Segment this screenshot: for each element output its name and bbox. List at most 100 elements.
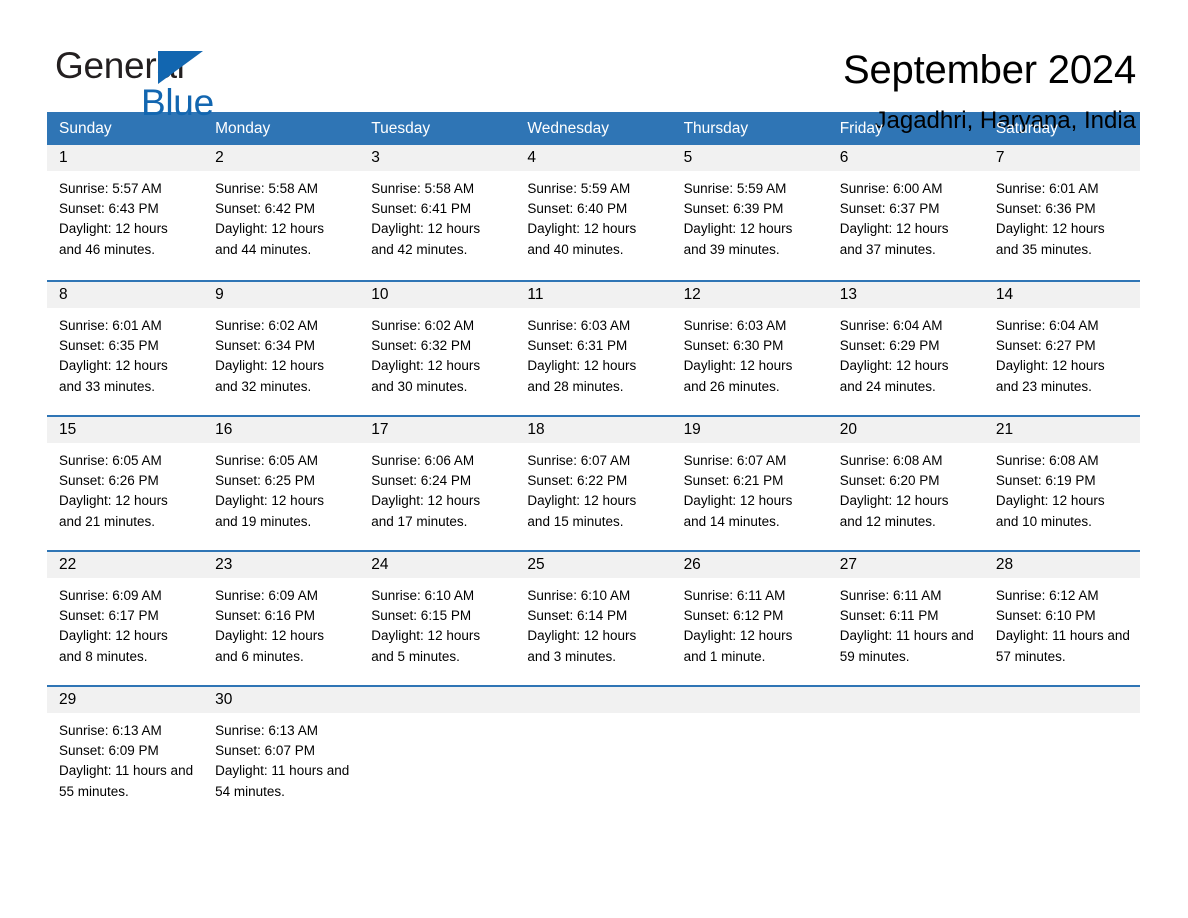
day-cell[interactable]: 13 Sunrise: 6:04 AM Sunset: 6:29 PM Dayl… [827,282,984,415]
daylight-text: Daylight: 12 hours and 19 minutes. [215,493,324,529]
day-cell[interactable]: 5 Sunrise: 5:59 AM Sunset: 6:39 PM Dayli… [671,145,828,280]
sunrise-text: Sunrise: 6:13 AM [215,723,318,738]
day-details: Sunrise: 6:13 AM Sunset: 6:07 PM Dayligh… [203,713,359,802]
day-cell[interactable]: 6 Sunrise: 6:00 AM Sunset: 6:37 PM Dayli… [827,145,984,280]
day-number [515,687,672,713]
day-cell[interactable]: 20 Sunrise: 6:08 AM Sunset: 6:20 PM Dayl… [827,417,984,550]
sunrise-text: Sunrise: 6:02 AM [371,318,475,333]
logo-text-blue: Blue [141,82,214,123]
daylight-text: Daylight: 12 hours and 39 minutes. [683,221,793,257]
sunrise-text: Sunrise: 6:06 AM [371,453,475,468]
daylight-text: Daylight: 12 hours and 15 minutes. [527,493,637,529]
day-number: 2 [203,145,360,171]
day-cell[interactable]: 1 Sunrise: 5:57 AM Sunset: 6:43 PM Dayli… [47,145,204,280]
day-details [672,713,828,721]
day-number: 3 [359,145,516,171]
sunset-text: Sunset: 6:16 PM [215,608,315,624]
sunrise-text: Sunrise: 6:01 AM [995,181,1099,196]
day-details: Sunrise: 5:58 AM Sunset: 6:41 PM Dayligh… [359,171,515,260]
day-cell[interactable]: 7 Sunrise: 6:01 AM Sunset: 6:36 PM Dayli… [983,145,1140,280]
day-cell[interactable]: 14 Sunrise: 6:04 AM Sunset: 6:27 PM Dayl… [983,282,1140,415]
day-details: Sunrise: 6:11 AM Sunset: 6:12 PM Dayligh… [672,578,828,667]
day-cell[interactable]: 11 Sunrise: 6:03 AM Sunset: 6:31 PM Dayl… [515,282,672,415]
day-number: 15 [47,417,204,443]
day-cell[interactable]: 19 Sunrise: 6:07 AM Sunset: 6:21 PM Dayl… [671,417,828,550]
day-number: 25 [515,552,672,578]
sunrise-text: Sunrise: 6:04 AM [839,318,943,333]
day-details: Sunrise: 6:12 AM Sunset: 6:10 PM Dayligh… [984,578,1140,667]
day-cell[interactable]: 16 Sunrise: 6:05 AM Sunset: 6:25 PM Dayl… [203,417,360,550]
sunrise-text: Sunrise: 6:08 AM [995,453,1099,468]
day-number: 8 [47,282,204,308]
day-details: Sunrise: 6:09 AM Sunset: 6:17 PM Dayligh… [47,578,203,667]
day-cell[interactable]: 9 Sunrise: 6:02 AM Sunset: 6:34 PM Dayli… [203,282,360,415]
day-cell[interactable]: 12 Sunrise: 6:03 AM Sunset: 6:30 PM Dayl… [671,282,828,415]
sunrise-text: Sunrise: 5:59 AM [527,181,631,196]
daylight-text: Daylight: 12 hours and 42 minutes. [371,221,481,257]
day-cell[interactable]: 4 Sunrise: 5:59 AM Sunset: 6:40 PM Dayli… [515,145,672,280]
day-cell[interactable]: 29 Sunrise: 6:13 AM Sunset: 6:09 PM Dayl… [47,687,204,816]
day-cell[interactable]: 26 Sunrise: 6:11 AM Sunset: 6:12 PM Dayl… [671,552,828,685]
day-cell[interactable]: 23 Sunrise: 6:09 AM Sunset: 6:16 PM Dayl… [203,552,360,685]
day-cell[interactable]: 25 Sunrise: 6:10 AM Sunset: 6:14 PM Dayl… [515,552,672,685]
day-number: 22 [47,552,204,578]
day-cell[interactable]: 28 Sunrise: 6:12 AM Sunset: 6:10 PM Dayl… [983,552,1140,685]
daylight-text: Daylight: 12 hours and 32 minutes. [215,358,324,394]
day-cell[interactable]: 18 Sunrise: 6:07 AM Sunset: 6:22 PM Dayl… [515,417,672,550]
day-cell[interactable]: 10 Sunrise: 6:02 AM Sunset: 6:32 PM Dayl… [359,282,516,415]
sunrise-text: Sunrise: 6:05 AM [59,453,162,468]
sunset-text: Sunset: 6:40 PM [527,201,628,217]
daylight-text: Daylight: 12 hours and 14 minutes. [683,493,793,529]
day-details: Sunrise: 6:08 AM Sunset: 6:20 PM Dayligh… [828,443,984,532]
calendar-table: Sunday Monday Tuesday Wednesday Thursday… [47,112,1140,816]
daylight-text: Daylight: 12 hours and 10 minutes. [995,493,1105,529]
day-cell[interactable]: 21 Sunrise: 6:08 AM Sunset: 6:19 PM Dayl… [983,417,1140,550]
daylight-text: Daylight: 12 hours and 46 minutes. [59,221,168,257]
day-details: Sunrise: 6:01 AM Sunset: 6:35 PM Dayligh… [47,308,203,397]
day-number: 7 [983,145,1140,171]
day-cell[interactable]: 15 Sunrise: 6:05 AM Sunset: 6:26 PM Dayl… [47,417,204,550]
day-details: Sunrise: 5:58 AM Sunset: 6:42 PM Dayligh… [203,171,359,260]
sunset-text: Sunset: 6:27 PM [995,338,1096,354]
general-blue-logo: General Blue [55,44,315,124]
day-cell[interactable]: 22 Sunrise: 6:09 AM Sunset: 6:17 PM Dayl… [47,552,204,685]
day-cell[interactable]: 3 Sunrise: 5:58 AM Sunset: 6:41 PM Dayli… [359,145,516,280]
calendar-page: General Blue September 2024 Jagadhri, Ha… [0,0,1188,918]
day-cell[interactable]: 24 Sunrise: 6:10 AM Sunset: 6:15 PM Dayl… [359,552,516,685]
day-number: 10 [359,282,516,308]
daylight-text: Daylight: 12 hours and 5 minutes. [371,628,481,664]
day-number: 4 [515,145,672,171]
day-number: 26 [671,552,828,578]
sunrise-text: Sunrise: 6:00 AM [839,181,943,196]
daylight-text: Daylight: 12 hours and 23 minutes. [995,358,1105,394]
week-row: 8 Sunrise: 6:01 AM Sunset: 6:35 PM Dayli… [47,280,1140,415]
sunset-text: Sunset: 6:12 PM [683,608,784,624]
daylight-text: Daylight: 12 hours and 33 minutes. [59,358,168,394]
sunset-text: Sunset: 6:39 PM [683,201,784,217]
sunset-text: Sunset: 6:25 PM [215,473,315,489]
day-number [827,687,984,713]
day-number: 18 [515,417,672,443]
sunrise-text: Sunrise: 5:58 AM [371,181,475,196]
day-details: Sunrise: 6:08 AM Sunset: 6:19 PM Dayligh… [984,443,1140,532]
daylight-text: Daylight: 12 hours and 17 minutes. [371,493,481,529]
day-cell[interactable]: 8 Sunrise: 6:01 AM Sunset: 6:35 PM Dayli… [47,282,204,415]
day-details: Sunrise: 6:07 AM Sunset: 6:22 PM Dayligh… [515,443,671,532]
day-details [984,713,1140,721]
day-number: 29 [47,687,204,713]
day-cell[interactable]: 17 Sunrise: 6:06 AM Sunset: 6:24 PM Dayl… [359,417,516,550]
sunrise-text: Sunrise: 6:01 AM [59,318,162,333]
sunset-text: Sunset: 6:09 PM [59,743,159,759]
day-details: Sunrise: 6:01 AM Sunset: 6:36 PM Dayligh… [984,171,1140,260]
logo-triangle-icon [158,51,203,84]
day-cell[interactable]: 2 Sunrise: 5:58 AM Sunset: 6:42 PM Dayli… [203,145,360,280]
sunset-text: Sunset: 6:19 PM [995,473,1096,489]
day-details [515,713,671,721]
day-details: Sunrise: 6:09 AM Sunset: 6:16 PM Dayligh… [203,578,359,667]
day-cell[interactable]: 30 Sunrise: 6:13 AM Sunset: 6:07 PM Dayl… [203,687,360,816]
day-number: 19 [671,417,828,443]
day-number: 30 [203,687,360,713]
sunset-text: Sunset: 6:34 PM [215,338,315,354]
day-cell[interactable]: 27 Sunrise: 6:11 AM Sunset: 6:11 PM Dayl… [827,552,984,685]
weekday-header-thursday: Thursday [683,120,749,137]
